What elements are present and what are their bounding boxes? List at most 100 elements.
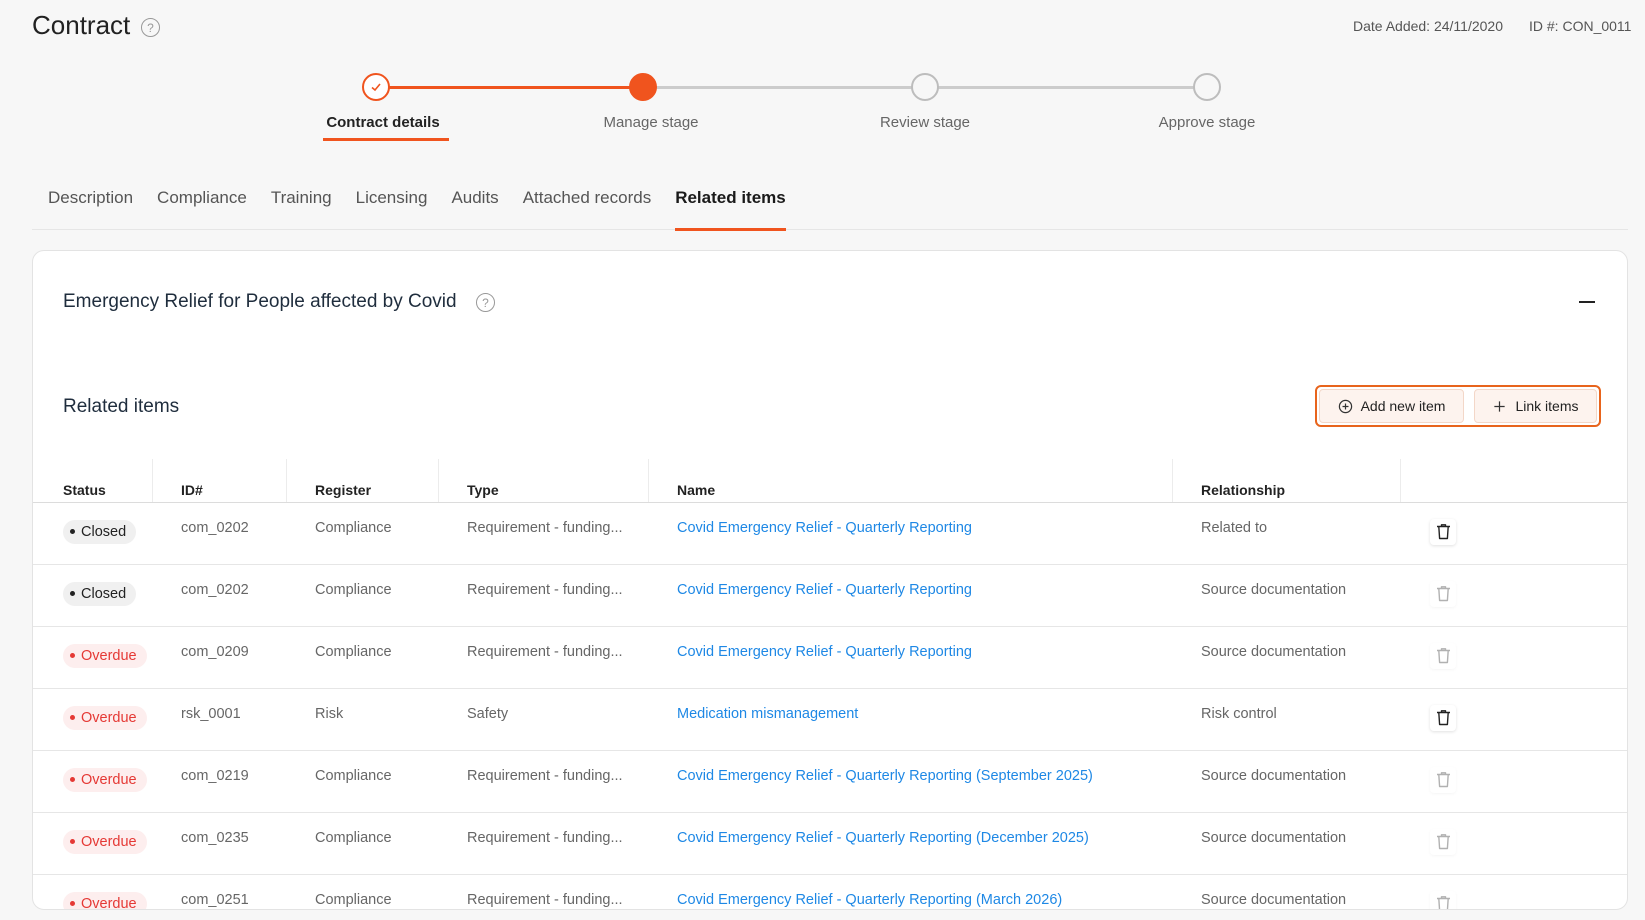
- id-cell: rsk_0001: [152, 688, 286, 751]
- name-cell: Covid Emergency Relief - Quarterly Repor…: [648, 750, 1172, 813]
- status-cell: Overdue: [33, 874, 152, 909]
- delete-button[interactable]: [1430, 518, 1456, 545]
- plus-circle-icon: [1338, 399, 1352, 413]
- step-node-approve-stage[interactable]: [1193, 73, 1221, 101]
- relationship-cell: Related to: [1172, 502, 1400, 565]
- type-cell: Requirement - funding...: [438, 564, 648, 627]
- add-new-item-button[interactable]: Add new item: [1319, 389, 1464, 423]
- delete-button[interactable]: [1430, 890, 1456, 909]
- column-header-id[interactable]: ID#: [152, 459, 286, 503]
- item-name-link[interactable]: Covid Emergency Relief - Quarterly Repor…: [677, 520, 972, 536]
- status-dot: [70, 777, 75, 782]
- collapse-icon[interactable]: [1579, 301, 1595, 303]
- register-cell: Compliance: [286, 750, 438, 813]
- name-cell: Covid Emergency Relief - Quarterly Repor…: [648, 812, 1172, 875]
- link-items-label: Link items: [1515, 398, 1579, 414]
- item-name-link[interactable]: Covid Emergency Relief - Quarterly Repor…: [677, 892, 1062, 908]
- step-label-review-stage[interactable]: Review stage: [840, 114, 1010, 131]
- column-header-relationship[interactable]: Relationship: [1172, 459, 1400, 503]
- status-label: Overdue: [81, 833, 137, 850]
- related-items-table: Status ID# Register Type Name Relationsh…: [33, 459, 1627, 909]
- status-cell: Overdue: [33, 626, 152, 689]
- section-title: Related items: [63, 396, 180, 417]
- table-row: Overdue com_0251 Compliance Requirement - f…: [33, 874, 1627, 909]
- table-row: Overdue com_0209 Compliance Requirement - f…: [33, 626, 1627, 689]
- status-badge: Overdue: [63, 891, 147, 909]
- trash-icon: [1436, 586, 1450, 602]
- record-id: ID #: CON_0011: [1529, 18, 1632, 34]
- status-dot: [70, 901, 75, 906]
- column-header-actions: [1400, 459, 1627, 503]
- tab-training[interactable]: Training: [271, 180, 332, 230]
- step-label-manage-stage[interactable]: Manage stage: [566, 114, 736, 131]
- id-cell: com_0219: [152, 750, 286, 813]
- id-cell: com_0235: [152, 812, 286, 875]
- status-cell: Overdue: [33, 812, 152, 875]
- step-node-contract-details[interactable]: [362, 73, 390, 101]
- delete-button[interactable]: [1430, 766, 1456, 793]
- status-badge: Overdue: [63, 767, 147, 792]
- plus-icon: [1494, 400, 1506, 412]
- type-cell: Requirement - funding...: [438, 750, 648, 813]
- actions-cell: [1400, 874, 1627, 909]
- delete-button[interactable]: [1430, 828, 1456, 855]
- item-name-link[interactable]: Medication mismanagement: [677, 706, 858, 722]
- status-label: Overdue: [81, 647, 137, 664]
- status-cell: Closed: [33, 502, 152, 565]
- delete-button[interactable]: [1430, 580, 1456, 607]
- action-button-group: Add new item Link items: [1315, 385, 1601, 427]
- link-items-button[interactable]: Link items: [1474, 389, 1597, 423]
- item-name-link[interactable]: Covid Emergency Relief - Quarterly Repor…: [677, 768, 1093, 784]
- id-cell: com_0202: [152, 502, 286, 565]
- status-dot: [70, 591, 75, 596]
- page-header: Contract ? Date Added: 24/11/2020 ID #: …: [0, 0, 1645, 60]
- relationship-cell: Source documentation: [1172, 626, 1400, 689]
- status-cell: Overdue: [33, 750, 152, 813]
- help-icon[interactable]: ?: [141, 18, 160, 37]
- step-node-review-stage[interactable]: [911, 73, 939, 101]
- help-icon[interactable]: ?: [476, 293, 495, 312]
- stepper-line-done: [376, 86, 644, 89]
- tab-attached-records[interactable]: Attached records: [523, 180, 652, 230]
- register-cell: Compliance: [286, 874, 438, 909]
- trash-icon: [1436, 896, 1450, 909]
- type-cell: Requirement - funding...: [438, 812, 648, 875]
- tab-description[interactable]: Description: [48, 180, 133, 230]
- type-cell: Requirement - funding...: [438, 502, 648, 565]
- status-badge: Closed: [63, 519, 137, 544]
- delete-button[interactable]: [1430, 642, 1456, 669]
- table-row: Overdue com_0235 Compliance Requirement - f…: [33, 812, 1627, 875]
- tab-bar: Description Compliance Training Licensin…: [32, 180, 1628, 231]
- tab-audits[interactable]: Audits: [451, 180, 498, 230]
- column-header-name[interactable]: Name: [648, 459, 1172, 503]
- status-dot: [70, 715, 75, 720]
- name-cell: Covid Emergency Relief - Quarterly Repor…: [648, 874, 1172, 909]
- table-row: Closed com_0202 Compliance Requirement - fu…: [33, 564, 1627, 627]
- status-label: Overdue: [81, 771, 137, 788]
- table-row: Overdue com_0219 Compliance Requirement - f…: [33, 750, 1627, 813]
- status-badge: Overdue: [63, 643, 147, 668]
- actions-cell: [1400, 626, 1627, 689]
- page-title: Contract: [32, 10, 131, 40]
- item-name-link[interactable]: Covid Emergency Relief - Quarterly Repor…: [677, 582, 972, 598]
- step-node-manage-stage[interactable]: [629, 73, 657, 101]
- column-header-status[interactable]: Status: [33, 459, 152, 503]
- step-label-approve-stage[interactable]: Approve stage: [1122, 114, 1292, 131]
- delete-button[interactable]: [1430, 704, 1456, 731]
- column-header-register[interactable]: Register: [286, 459, 438, 503]
- step-label-contract-details[interactable]: Contract details: [298, 114, 468, 131]
- register-cell: Compliance: [286, 502, 438, 565]
- item-name-link[interactable]: Covid Emergency Relief - Quarterly Repor…: [677, 644, 972, 660]
- status-label: Closed: [81, 523, 127, 540]
- status-badge: Overdue: [63, 705, 147, 730]
- item-name-link[interactable]: Covid Emergency Relief - Quarterly Repor…: [677, 830, 1089, 846]
- actions-cell: [1400, 812, 1627, 875]
- register-cell: Compliance: [286, 564, 438, 627]
- tab-compliance[interactable]: Compliance: [157, 180, 247, 230]
- tab-licensing[interactable]: Licensing: [356, 180, 428, 230]
- register-cell: Compliance: [286, 812, 438, 875]
- stage-stepper: Contract details Manage stage Review sta…: [323, 70, 1320, 141]
- status-cell: Overdue: [33, 688, 152, 751]
- tab-related-items[interactable]: Related items: [675, 180, 786, 231]
- column-header-type[interactable]: Type: [438, 459, 648, 503]
